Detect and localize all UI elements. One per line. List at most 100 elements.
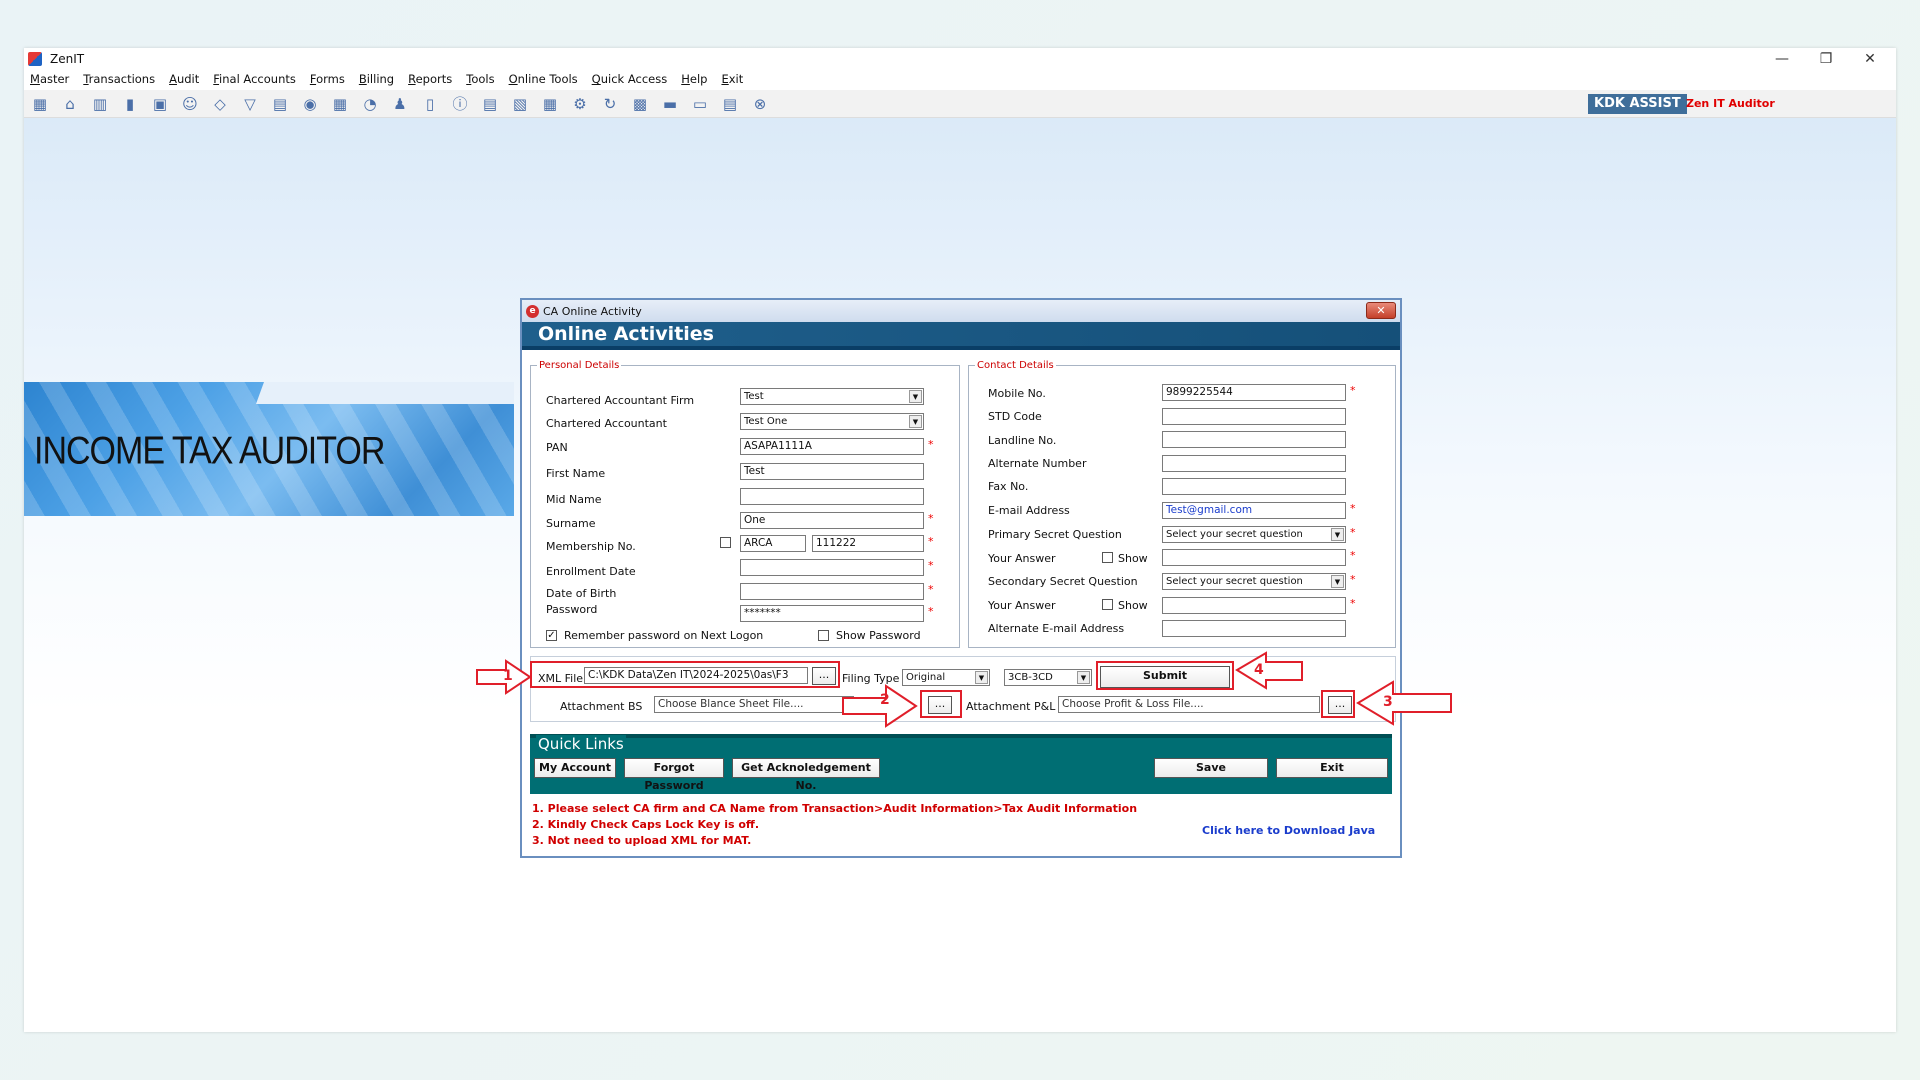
membership-number-input[interactable]: 111222	[812, 535, 924, 552]
membership-checkbox[interactable]	[720, 537, 731, 548]
show-password-checkbox[interactable]	[818, 630, 829, 641]
info-icon[interactable]: ⓘ	[448, 93, 472, 115]
mid-name-input[interactable]	[740, 488, 924, 505]
my-account-button[interactable]: My Account	[534, 758, 616, 778]
required-mark: *	[1350, 549, 1356, 562]
pan-input[interactable]: ASAPA1111A	[740, 438, 924, 455]
bs-icon[interactable]: ▩	[628, 93, 652, 115]
chevron-down-icon: ▼	[909, 415, 922, 428]
secondary-question-select[interactable]: Select your secret question ▼	[1162, 573, 1346, 590]
chevron-down-icon: ▼	[909, 390, 922, 403]
ca-label: Chartered Accountant	[546, 417, 667, 430]
dashboard-icon[interactable]: ▦	[28, 93, 52, 115]
download-java-link[interactable]: Click here to Download Java	[1202, 824, 1375, 837]
ca-online-activity-dialog: e CA Online Activity ✕ Online Activities…	[520, 298, 1402, 858]
secondary-answer-input[interactable]	[1162, 597, 1346, 614]
attachment-bs-input[interactable]: Choose Blance Sheet File....	[654, 696, 854, 713]
menu-online-tools[interactable]: Online Tools	[509, 72, 578, 86]
pay-icon[interactable]: ♟	[388, 93, 412, 115]
primary-question-select[interactable]: Select your secret question ▼	[1162, 526, 1346, 543]
required-mark: *	[928, 438, 934, 451]
fax-label: Fax No.	[988, 480, 1029, 493]
primary-answer-input[interactable]	[1162, 549, 1346, 566]
dob-input[interactable]	[740, 583, 924, 600]
tax-icon[interactable]: ▤	[268, 93, 292, 115]
landline-label: Landline No.	[988, 434, 1057, 447]
menu-final-accounts[interactable]: Final Accounts	[213, 72, 296, 86]
calculator-icon[interactable]: ▦	[328, 93, 352, 115]
attachment-pl-input[interactable]: Choose Profit & Loss File....	[1058, 696, 1320, 713]
note-line: 1. Please select CA firm and CA Name fro…	[532, 802, 1138, 815]
gear-icon[interactable]: ⚙	[568, 93, 592, 115]
enrollment-date-input[interactable]	[740, 559, 924, 576]
users-icon[interactable]: ☺	[178, 93, 202, 115]
building-icon[interactable]: ▥	[88, 93, 112, 115]
menu-forms[interactable]: Forms	[310, 72, 345, 86]
required-mark: *	[928, 512, 934, 525]
save-button[interactable]: Save	[1154, 758, 1268, 778]
filter-icon[interactable]: ▽	[238, 93, 262, 115]
calendar-icon[interactable]: ▦	[538, 93, 562, 115]
disc-icon[interactable]: ◉	[298, 93, 322, 115]
menu-master[interactable]: Master	[30, 72, 69, 86]
primary-show-checkbox[interactable]	[1102, 552, 1113, 563]
close-window-button[interactable]: ✕	[1848, 48, 1892, 70]
std-code-input[interactable]	[1162, 408, 1346, 425]
tag-icon[interactable]: ◇	[208, 93, 232, 115]
report-icon[interactable]: ▤	[478, 93, 502, 115]
forgot-password-button[interactable]: Forgot Password	[624, 758, 724, 792]
menu-exit[interactable]: Exit	[721, 72, 743, 86]
landline-input[interactable]	[1162, 431, 1346, 448]
document-edit-icon[interactable]: ▧	[508, 93, 532, 115]
menu-quick-access[interactable]: Quick Access	[592, 72, 668, 86]
pie-icon[interactable]: ◔	[358, 93, 382, 115]
truck-icon[interactable]: ▬	[658, 93, 682, 115]
book-icon[interactable]: ▯	[418, 93, 442, 115]
menu-transactions[interactable]: Transactions	[83, 72, 155, 86]
menu-help[interactable]: Help	[681, 72, 707, 86]
close-circle-icon[interactable]: ⊗	[748, 93, 772, 115]
ca-firm-select[interactable]: Test ▼	[740, 388, 924, 405]
restore-button[interactable]: ❐	[1804, 48, 1848, 70]
refresh-icon[interactable]: ↻	[598, 93, 622, 115]
attachment-pl-label: Attachment P&L	[966, 700, 1056, 713]
app-logo-icon	[28, 52, 42, 66]
surname-input[interactable]: One	[740, 512, 924, 529]
menu-tools[interactable]: Tools	[466, 72, 494, 86]
fax-input[interactable]	[1162, 478, 1346, 495]
secondary-show-checkbox[interactable]	[1102, 599, 1113, 610]
std-code-label: STD Code	[988, 410, 1042, 423]
mobile-input[interactable]: 9899225544	[1162, 384, 1346, 401]
home-icon[interactable]: ⌂	[58, 93, 82, 115]
required-mark: *	[1350, 502, 1356, 515]
first-name-input[interactable]: Test	[740, 463, 924, 480]
email-input[interactable]: Test@gmail.com	[1162, 502, 1346, 519]
chevron-down-icon: ▼	[1077, 671, 1090, 684]
secondary-show-label: Show	[1118, 599, 1148, 612]
required-mark: *	[1350, 526, 1356, 539]
alternate-number-input[interactable]	[1162, 455, 1346, 472]
kdk-assist-badge[interactable]: KDK ASSIST	[1588, 94, 1687, 114]
ledger-icon[interactable]: ▤	[718, 93, 742, 115]
remember-password-checkbox[interactable]: ✓	[546, 630, 557, 641]
alt-email-input[interactable]	[1162, 620, 1346, 637]
bar-chart-icon[interactable]: ▮	[118, 93, 142, 115]
gift-icon[interactable]: ▣	[148, 93, 172, 115]
chevron-down-icon: ▼	[1331, 528, 1344, 541]
3cd-icon[interactable]: ▭	[688, 93, 712, 115]
ca-select[interactable]: Test One ▼	[740, 413, 924, 430]
menu-billing[interactable]: Billing	[359, 72, 394, 86]
form-type-select[interactable]: 3CB-3CD ▼	[1004, 669, 1092, 686]
menu-reports[interactable]: Reports	[408, 72, 452, 86]
dialog-close-button[interactable]: ✕	[1366, 302, 1396, 319]
get-ack-number-button[interactable]: Get Acknoledgement No.	[732, 758, 880, 792]
pan-label: PAN	[546, 441, 568, 454]
exit-button[interactable]: Exit	[1276, 758, 1388, 778]
annotation-arrow-3	[1356, 680, 1452, 726]
minimize-button[interactable]: —	[1760, 48, 1804, 70]
membership-prefix-input[interactable]: ARCA	[740, 535, 806, 552]
password-input[interactable]: *******	[740, 605, 924, 622]
menu-audit[interactable]: Audit	[169, 72, 199, 86]
required-mark: *	[1350, 384, 1356, 397]
dialog-title-bar: e CA Online Activity ✕	[522, 300, 1400, 322]
